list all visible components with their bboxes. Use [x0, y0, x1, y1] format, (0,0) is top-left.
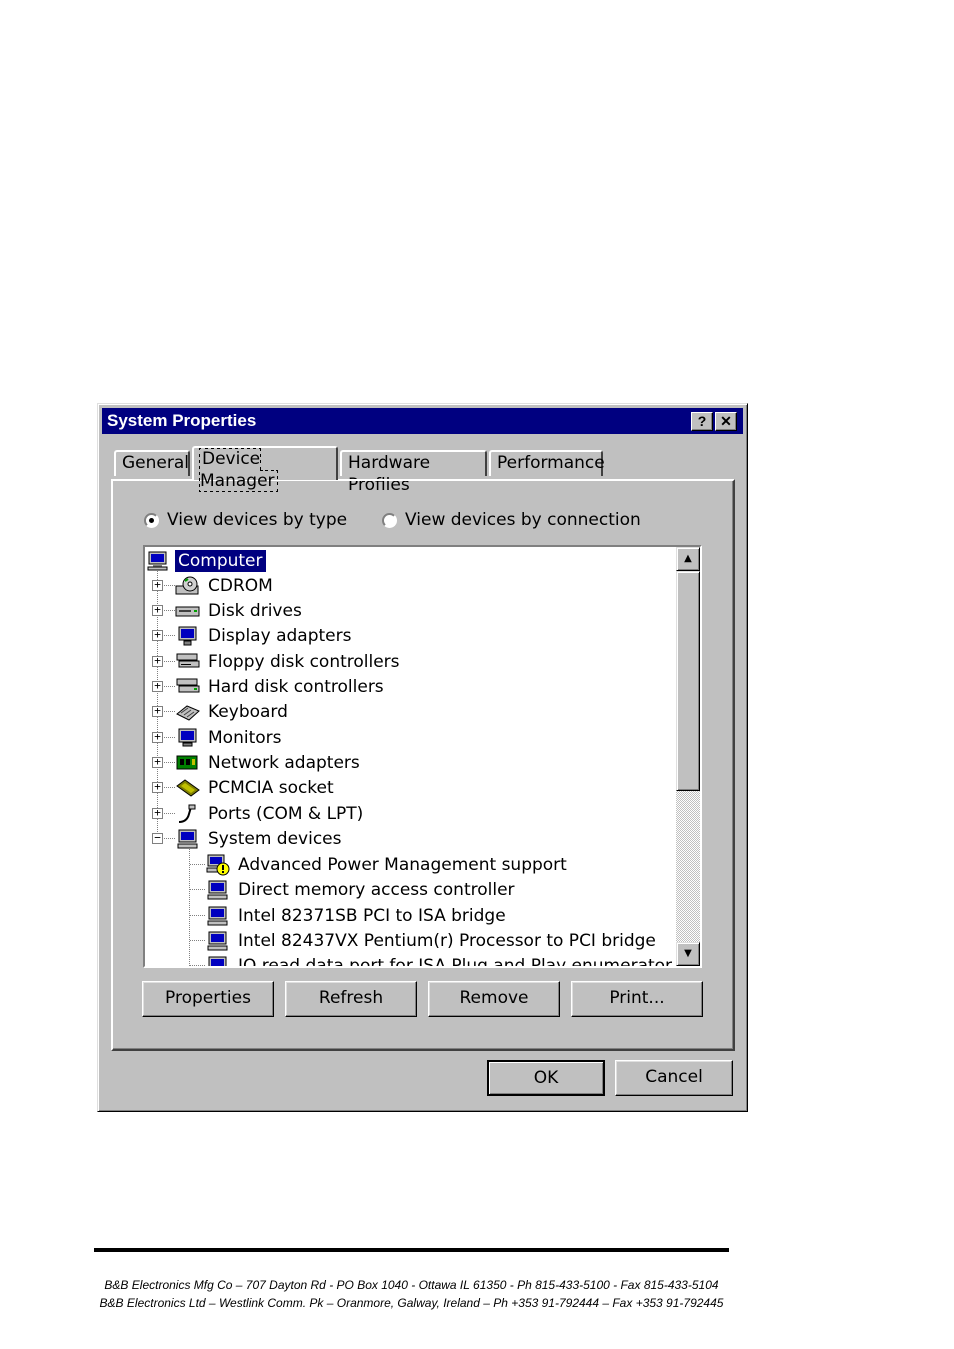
- help-button[interactable]: ?: [691, 412, 713, 431]
- pcmcia-icon: [175, 777, 201, 799]
- scroll-down-button[interactable]: ▼: [676, 942, 700, 966]
- footer-rule: [94, 1248, 729, 1252]
- window-title: System Properties: [107, 411, 257, 430]
- floppy-controller-icon: [175, 651, 201, 673]
- disk-drive-icon: [175, 600, 201, 622]
- tree-item-pci-isa-bridge[interactable]: Intel 82371SB PCI to ISA bridge: [205, 903, 509, 928]
- system-properties-window: System Properties ? ✕ General Device Man…: [97, 403, 748, 1112]
- expand-cdrom[interactable]: +: [152, 579, 163, 591]
- tree-item-cdrom[interactable]: CDROM: [175, 573, 276, 598]
- title-bar[interactable]: System Properties ? ✕: [102, 408, 743, 434]
- expand-display-adapters[interactable]: +: [152, 629, 163, 641]
- tree-item-system-devices[interactable]: System devices: [175, 826, 345, 851]
- refresh-button[interactable]: Refresh: [285, 981, 417, 1017]
- scroll-up-button[interactable]: ▲: [676, 547, 700, 571]
- device-tree[interactable]: Computer CDROM Disk drives Display adapt…: [143, 545, 702, 968]
- cancel-button[interactable]: Cancel: [615, 1060, 733, 1096]
- tree-item-computer[interactable]: Computer: [145, 548, 266, 573]
- expand-floppy-disk-controllers[interactable]: +: [152, 655, 163, 667]
- close-button[interactable]: ✕: [715, 412, 737, 431]
- computer-icon: [145, 550, 171, 572]
- expand-monitors[interactable]: +: [152, 731, 163, 743]
- ok-button[interactable]: OK: [487, 1060, 605, 1096]
- tab-device-manager[interactable]: Device Manager: [192, 446, 338, 492]
- radio-indicator[interactable]: [382, 512, 397, 528]
- expand-pcmcia-socket[interactable]: +: [152, 781, 163, 793]
- tab-general[interactable]: General: [114, 450, 190, 476]
- cdrom-icon: [175, 575, 201, 597]
- tree-item-io-read-data-port[interactable]: IO read data port for ISA Plug and Play …: [205, 953, 675, 966]
- tree-item-disk-drives[interactable]: Disk drives: [175, 598, 305, 623]
- port-icon: [175, 803, 201, 825]
- tree-item-dma-controller[interactable]: Direct memory access controller: [205, 877, 518, 902]
- tree-item-floppy-disk-controllers[interactable]: Floppy disk controllers: [175, 649, 403, 674]
- expand-ports[interactable]: +: [152, 807, 163, 819]
- properties-button[interactable]: Properties: [142, 981, 274, 1017]
- system-device-icon: [205, 905, 231, 927]
- monitor-icon: [175, 727, 201, 749]
- expand-network-adapters[interactable]: +: [152, 756, 163, 768]
- tree-item-apm-support[interactable]: Advanced Power Management support: [205, 852, 570, 877]
- radio-view-by-type[interactable]: View devices by type: [144, 510, 347, 530]
- remove-button[interactable]: Remove: [428, 981, 560, 1017]
- print-button[interactable]: Print...: [571, 981, 703, 1017]
- warning-device-icon: [205, 854, 231, 876]
- expand-keyboard[interactable]: +: [152, 705, 163, 717]
- tree-item-display-adapters[interactable]: Display adapters: [175, 623, 354, 648]
- tab-hardware-profiles[interactable]: Hardware Profiles: [340, 450, 487, 495]
- system-device-icon: [175, 828, 201, 850]
- network-adapter-icon: [175, 752, 201, 774]
- hard-disk-controller-icon: [175, 676, 201, 698]
- display-adapter-icon: [175, 625, 201, 647]
- footer-address-us: B&B Electronics Mfg Co – 707 Dayton Rd -…: [104, 1278, 719, 1292]
- tree-item-ports[interactable]: Ports (COM & LPT): [175, 801, 366, 826]
- tree-scrollbar[interactable]: ▲ ▼: [676, 547, 700, 966]
- tree-item-network-adapters[interactable]: Network adapters: [175, 750, 363, 775]
- scroll-thumb[interactable]: [676, 571, 700, 791]
- keyboard-icon: [175, 701, 201, 723]
- system-device-icon: [205, 930, 231, 952]
- collapse-system-devices[interactable]: −: [152, 832, 163, 844]
- system-device-icon: [205, 879, 231, 901]
- tab-performance[interactable]: Performance: [489, 450, 605, 476]
- tree-item-hard-disk-controllers[interactable]: Hard disk controllers: [175, 674, 387, 699]
- expand-hard-disk-controllers[interactable]: +: [152, 680, 163, 692]
- radio-view-by-connection[interactable]: View devices by connection: [382, 510, 641, 530]
- system-device-icon: [205, 955, 231, 966]
- tree-item-monitors[interactable]: Monitors: [175, 725, 284, 750]
- footer-address-ireland: B&B Electronics Ltd – Westlink Comm. Pk …: [99, 1296, 724, 1310]
- radio-indicator[interactable]: [144, 512, 159, 528]
- tree-item-pentium-pci-bridge[interactable]: Intel 82437VX Pentium(r) Processor to PC…: [205, 928, 659, 953]
- device-tree-content: Computer CDROM Disk drives Display adapt…: [145, 547, 676, 966]
- tree-item-keyboard[interactable]: Keyboard: [175, 699, 291, 724]
- tree-item-pcmcia-socket[interactable]: PCMCIA socket: [175, 775, 337, 800]
- expand-disk-drives[interactable]: +: [152, 604, 163, 616]
